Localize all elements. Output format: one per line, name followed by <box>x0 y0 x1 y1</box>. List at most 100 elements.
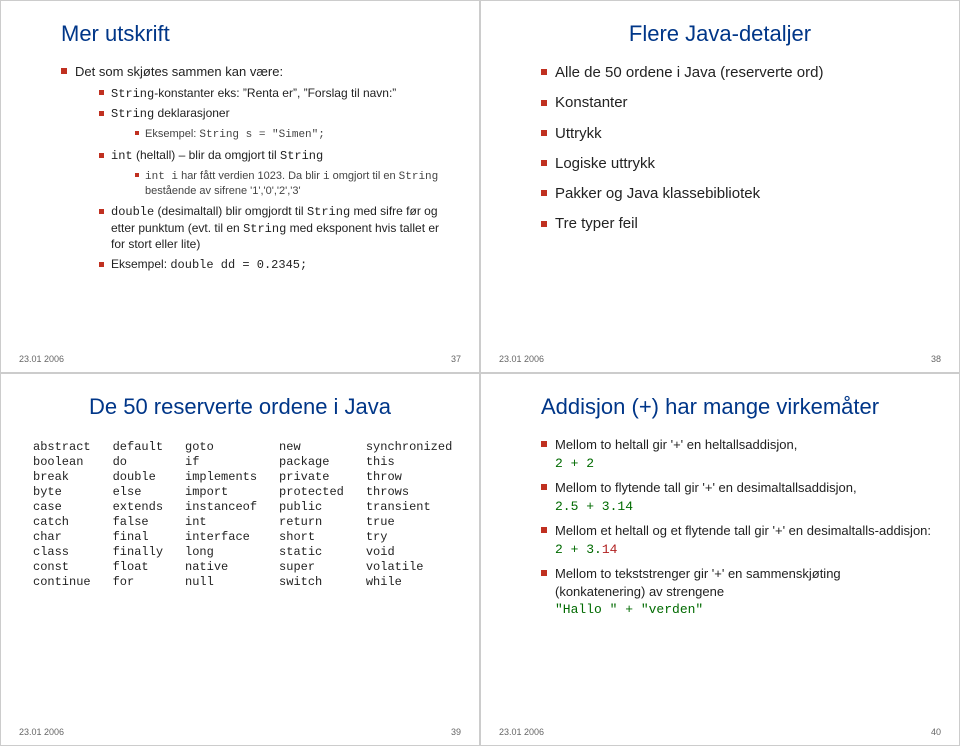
code: double dd = 0.2345; <box>170 258 307 272</box>
keyword-cell: try <box>366 530 474 545</box>
text: Eksempel: <box>111 257 170 271</box>
bullet: Uttrykk <box>541 124 933 144</box>
keyword-cell: switch <box>279 575 366 590</box>
keyword-cell: static <box>279 545 366 560</box>
table-row: catchfalseintreturntrue <box>33 515 474 530</box>
keyword-cell: short <box>279 530 366 545</box>
footer-page: 38 <box>931 354 941 364</box>
table-row: booleandoifpackagethis <box>33 455 474 470</box>
code: String <box>280 149 323 163</box>
sub-list: String-konstanter eks: ”Renta er”, ”Fors… <box>99 86 453 274</box>
slide-title: De 50 reserverte ordene i Java <box>27 394 453 420</box>
keyword-cell: import <box>185 485 279 500</box>
keyword-cell: for <box>113 575 185 590</box>
keyword-cell: null <box>185 575 279 590</box>
slide-flere-java-detaljer: Flere Java-detaljer Alle de 50 ordene i … <box>480 0 960 373</box>
slide-title: Mer utskrift <box>61 21 453 47</box>
keyword-cell: while <box>366 575 474 590</box>
keyword-cell: goto <box>185 440 279 455</box>
text: omgjort til en <box>330 170 399 182</box>
keyword-cell: false <box>113 515 185 530</box>
sub-bullet: int (heltall) – blir da omgjort til Stri… <box>99 148 453 198</box>
keyword-table: abstractdefaultgotonewsynchronizedboolea… <box>33 440 474 590</box>
bullet-list: Mellom to heltall gir '+' en heltallsadd… <box>541 436 933 619</box>
table-row: caseextendsinstanceofpublictransient <box>33 500 474 515</box>
keyword-cell: interface <box>185 530 279 545</box>
text: bestående av sifrene '1','0','2','3' <box>145 185 301 197</box>
keyword-cell: else <box>113 485 185 500</box>
keyword-cell: case <box>33 500 113 515</box>
keyword-cell: this <box>366 455 474 470</box>
text: Eksempel: <box>145 128 199 140</box>
sub-bullet: String deklarasjoner Eksempel: String s … <box>99 106 453 142</box>
footer-date: 23.01 2006 <box>19 354 64 364</box>
keyword-cell: throw <box>366 470 474 485</box>
footer-date: 23.01 2006 <box>499 727 544 737</box>
code: double <box>111 205 154 219</box>
keyword-cell: catch <box>33 515 113 530</box>
text: Mellom to tekststrenger gir '+' en samme… <box>555 566 841 599</box>
sub-sub-list: Eksempel: String s = "Simen"; <box>135 127 453 142</box>
code: String <box>111 87 154 101</box>
slide-title: Addisjon (+) har mange virkemåter <box>541 394 933 420</box>
sub-sub-bullet: Eksempel: String s = "Simen"; <box>135 127 453 142</box>
table-row: abstractdefaultgotonewsynchronized <box>33 440 474 455</box>
code: i <box>323 171 330 183</box>
keyword-cell: int <box>185 515 279 530</box>
keyword-cell: default <box>113 440 185 455</box>
code-example: 2 + 2 <box>555 456 594 471</box>
keyword-cell: throws <box>366 485 474 500</box>
sub-sub-bullet: int i har fått verdien 1023. Da blir i o… <box>135 169 453 199</box>
slide-footer: 23.01 2006 37 <box>19 354 461 364</box>
code-example: "Hallo " + "verden" <box>555 602 703 617</box>
keyword-cell: break <box>33 470 113 485</box>
keyword-cell: super <box>279 560 366 575</box>
text: (desimaltall) blir omgjordt til <box>154 204 307 218</box>
bullet: Mellom to heltall gir '+' en heltallsadd… <box>541 436 933 472</box>
text: (heltall) – blir da omgjort til <box>133 148 280 162</box>
bullet: Pakker og Java klassebibliotek <box>541 184 933 204</box>
code-example: 2.5 + 3.14 <box>555 499 633 514</box>
bullet: Mellom to tekststrenger gir '+' en samme… <box>541 565 933 619</box>
bullet-text: Det som skjøtes sammen kan være: <box>75 64 283 79</box>
text: -konstanter eks: ”Renta er”, ”Forslag ti… <box>154 86 396 100</box>
keyword-cell: transient <box>366 500 474 515</box>
footer-date: 23.01 2006 <box>499 354 544 364</box>
keyword-cell: do <box>113 455 185 470</box>
bullet: Tre typer feil <box>541 214 933 234</box>
bullet: Mellom to flytende tall gir '+' en desim… <box>541 479 933 515</box>
keyword-cell: boolean <box>33 455 113 470</box>
bullet: Konstanter <box>541 93 933 113</box>
text: Mellom to flytende tall gir '+' en desim… <box>555 480 857 495</box>
code: String s = "Simen"; <box>199 129 324 141</box>
bullet: Det som skjøtes sammen kan være: String-… <box>61 63 453 274</box>
keyword-cell: implements <box>185 470 279 485</box>
code: String <box>243 222 286 236</box>
keyword-cell: volatile <box>366 560 474 575</box>
keyword-cell: long <box>185 545 279 560</box>
footer-date: 23.01 2006 <box>19 727 64 737</box>
code: String <box>399 171 439 183</box>
bullet: Mellom et heltall og et flytende tall gi… <box>541 522 933 558</box>
keyword-cell: private <box>279 470 366 485</box>
keyword-cell: package <box>279 455 366 470</box>
keyword-cell: public <box>279 500 366 515</box>
keyword-cell: continue <box>33 575 113 590</box>
footer-page: 39 <box>451 727 461 737</box>
keyword-cell: new <box>279 440 366 455</box>
bullet: Alle de 50 ordene i Java (reserverte ord… <box>541 63 933 83</box>
code-highlight: 14 <box>602 542 618 557</box>
footer-page: 40 <box>931 727 941 737</box>
text: har fått verdien 1023. Da blir <box>178 170 323 182</box>
slide-footer: 23.01 2006 38 <box>499 354 941 364</box>
text: Mellom et heltall og et flytende tall gi… <box>555 523 931 538</box>
code-example: 2 + 3. <box>555 542 602 557</box>
table-row: byteelseimportprotectedthrows <box>33 485 474 500</box>
slide-title: Flere Java-detaljer <box>507 21 933 47</box>
keyword-cell: char <box>33 530 113 545</box>
bullet-list: Alle de 50 ordene i Java (reserverte ord… <box>541 63 933 235</box>
keyword-cell: if <box>185 455 279 470</box>
code: int <box>111 149 133 163</box>
keyword-cell: class <box>33 545 113 560</box>
code: String <box>111 107 154 121</box>
